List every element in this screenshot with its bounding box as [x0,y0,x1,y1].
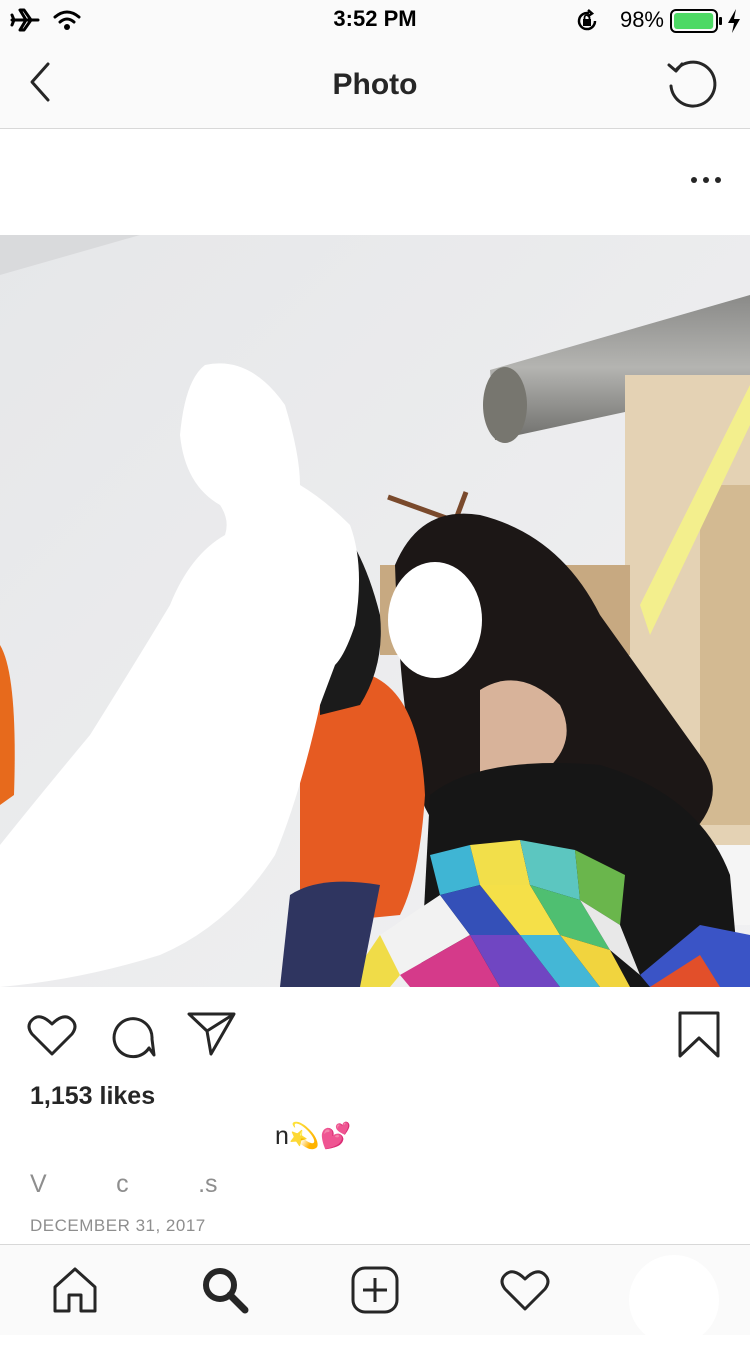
battery-icon [670,9,722,33]
post-caption: n💫💕 [275,1122,352,1150]
bookmark-button[interactable] [676,1010,722,1060]
comment-preview[interactable]: V c .s [30,1170,218,1199]
add-post-icon [351,1266,399,1314]
tab-home[interactable] [40,1255,110,1325]
more-options-button[interactable] [688,174,724,186]
orientation-lock-icon [577,9,597,31]
avatar [629,1255,719,1345]
search-icon [203,1268,249,1314]
heart-icon [500,1270,550,1311]
tab-profile[interactable] [628,1255,720,1345]
page-title: Photo [332,68,418,101]
tab-bar [0,1244,750,1345]
charging-bolt-icon [728,9,740,33]
nav-bar: Photo [0,40,750,129]
status-bar: 3:52 PM 98% [0,0,750,40]
likes-count[interactable]: 1,153 likes [30,1082,155,1111]
battery-percent: 98% [619,7,664,32]
comment-button[interactable] [107,1010,157,1060]
post-photo[interactable] [0,235,750,987]
post-image [0,235,750,987]
share-button[interactable] [186,1010,238,1058]
tab-new-post[interactable] [340,1255,410,1325]
tab-search[interactable] [190,1255,260,1325]
tab-activity[interactable] [490,1255,560,1325]
like-button[interactable] [26,1012,78,1058]
refresh-icon[interactable] [664,56,720,112]
post-date: DECEMBER 31, 2017 [30,1216,206,1235]
home-icon [53,1267,97,1313]
post-header [0,129,750,235]
